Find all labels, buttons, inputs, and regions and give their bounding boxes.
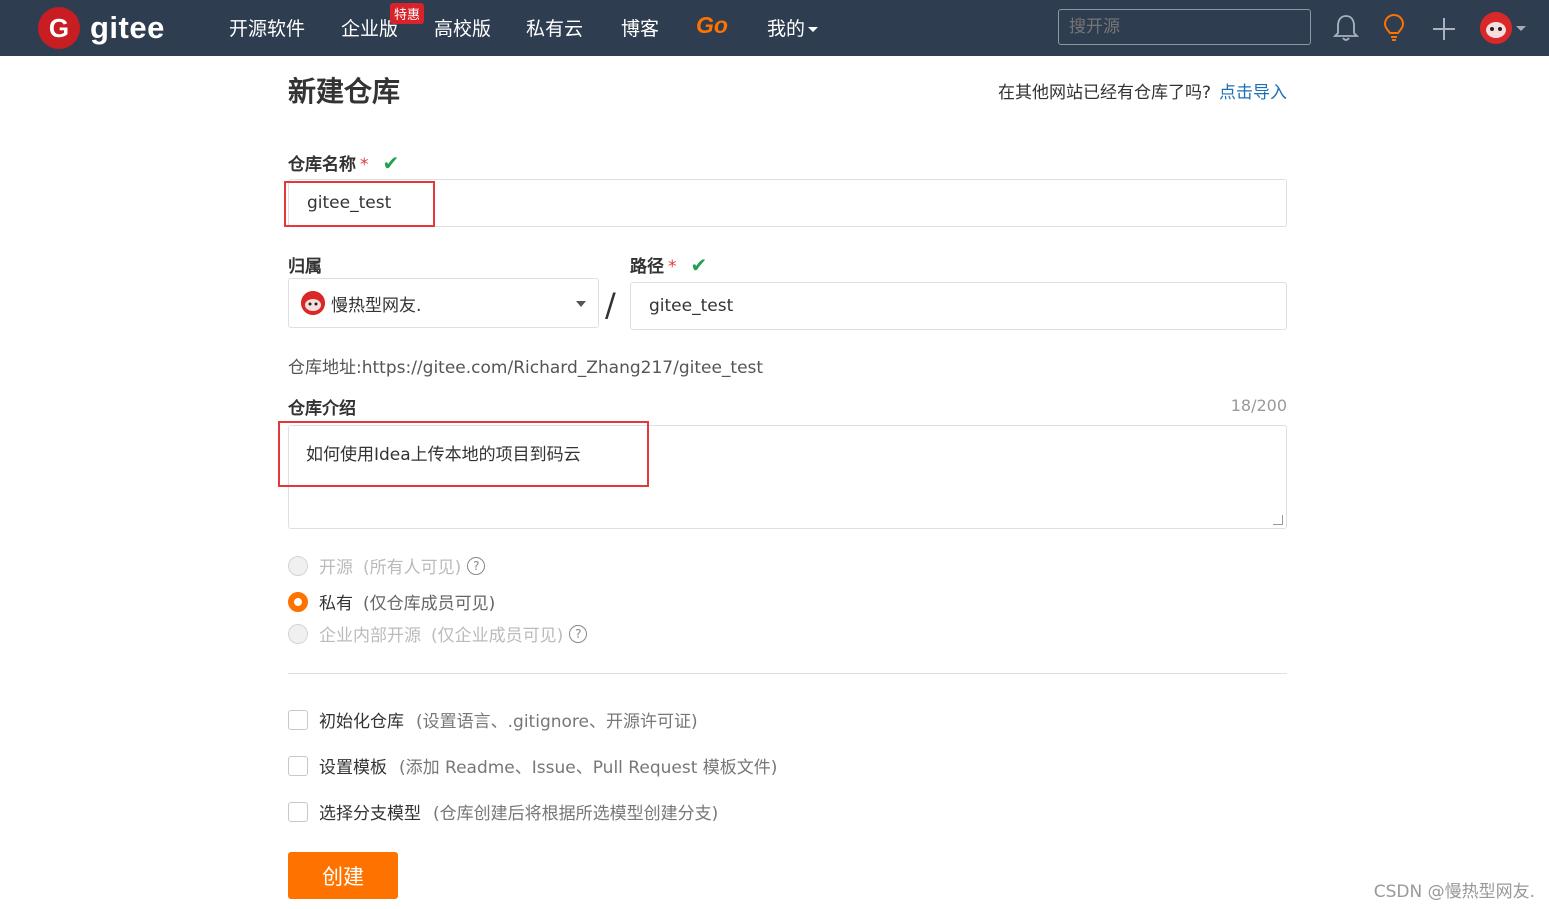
gitee-logo[interactable]: G gitee xyxy=(38,7,165,49)
required-mark: * xyxy=(668,257,677,277)
special-offer-badge: 特惠 xyxy=(390,3,425,24)
path-value: gitee_test xyxy=(649,296,734,316)
page-title: 新建仓库 xyxy=(288,75,401,108)
visibility-enterprise-label: 企业内部开源 xyxy=(319,626,421,646)
repo-name-label-text: 仓库名称 xyxy=(288,155,356,175)
nav-education[interactable]: 高校版 xyxy=(434,14,491,41)
owner-avatar xyxy=(301,291,325,315)
repo-address: 仓库地址:https://gitee.com/Richard_Zhang217/… xyxy=(288,358,764,378)
import-prompt-text: 在其他网站已经有仓库了吗? xyxy=(997,83,1211,103)
create-button[interactable]: 创建 xyxy=(288,852,398,899)
highlight-box-repo-name xyxy=(284,181,435,227)
visibility-enterprise: 企业内部开源 (仅企业成员可见) ? xyxy=(288,621,588,646)
nav-blog[interactable]: 博客 xyxy=(621,14,659,41)
nav-open-source[interactable]: 开源软件 xyxy=(229,14,305,41)
top-navbar: G gitee 开源软件 企业版 特惠 高校版 私有云 博客 Go 我的 xyxy=(0,0,1549,56)
check-icon: ✔ xyxy=(382,151,400,175)
option-template[interactable]: 设置模板 (添加 Readme、Issue、Pull Request 模板文件) xyxy=(288,753,777,778)
option-template-sub: (添加 Readme、Issue、Pull Request 模板文件) xyxy=(399,758,778,778)
plus-icon[interactable] xyxy=(1431,13,1457,43)
user-avatar[interactable] xyxy=(1480,12,1512,44)
divider xyxy=(288,673,1287,674)
checkbox-init-repo[interactable] xyxy=(288,709,308,730)
option-init-repo-label: 初始化仓库 xyxy=(319,712,404,732)
visibility-enterprise-sub: (仅企业成员可见) xyxy=(431,626,564,646)
description-label: 仓库介绍 xyxy=(288,399,356,419)
path-label: 路径 * ✔ xyxy=(630,252,707,277)
visibility-private-sub: (仅仓库成员可见) xyxy=(363,594,496,614)
avatar-chevron-down-icon[interactable] xyxy=(1516,26,1526,31)
check-icon: ✔ xyxy=(690,253,708,277)
csdn-watermark: CSDN @慢热型网友. xyxy=(1373,882,1535,902)
gitee-logo-text: gitee xyxy=(90,10,165,45)
owner-select[interactable]: 慢热型网友. xyxy=(288,278,599,328)
option-template-label: 设置模板 xyxy=(319,758,387,778)
nav-mine[interactable]: 我的 xyxy=(767,14,819,41)
nav-private-cloud[interactable]: 私有云 xyxy=(526,14,583,41)
path-separator: / xyxy=(605,286,616,324)
option-branch-model[interactable]: 选择分支模型 (仓库创建后将根据所选模型创建分支) xyxy=(288,799,718,824)
visibility-private-label: 私有 xyxy=(319,594,353,614)
option-branch-model-label: 选择分支模型 xyxy=(319,804,421,824)
nav-mine-label: 我的 xyxy=(767,19,806,40)
option-init-repo[interactable]: 初始化仓库 (设置语言、.gitignore、开源许可证) xyxy=(288,707,698,732)
radio-public xyxy=(288,555,308,576)
option-init-repo-sub: (设置语言、.gitignore、开源许可证) xyxy=(416,712,698,732)
visibility-public: 开源 (所有人可见) ? xyxy=(288,553,486,578)
visibility-public-label: 开源 xyxy=(319,558,353,578)
bell-icon[interactable] xyxy=(1333,13,1359,43)
resize-handle-icon[interactable] xyxy=(1273,515,1283,525)
help-icon[interactable]: ? xyxy=(569,624,588,643)
chevron-down-icon xyxy=(808,27,819,33)
description-counter: 18/200 xyxy=(1230,396,1287,415)
gitee-logo-icon: G xyxy=(38,7,80,49)
visibility-public-sub: (所有人可见) xyxy=(363,558,462,578)
repo-name-label: 仓库名称 * ✔ xyxy=(288,150,399,175)
nav-go[interactable]: Go xyxy=(696,12,728,39)
option-branch-model-sub: (仓库创建后将根据所选模型创建分支) xyxy=(433,804,719,824)
required-mark: * xyxy=(360,155,369,175)
checkbox-template[interactable] xyxy=(288,755,308,776)
import-prompt: 在其他网站已经有仓库了吗? 点击导入 xyxy=(998,78,1287,103)
path-input[interactable]: gitee_test xyxy=(630,282,1287,330)
radio-enterprise xyxy=(288,623,308,644)
highlight-box-description xyxy=(278,421,649,487)
lightbulb-icon[interactable] xyxy=(1381,13,1407,43)
checkbox-branch-model[interactable] xyxy=(288,801,308,822)
repo-name-input[interactable]: gitee_test xyxy=(288,179,1287,227)
help-icon[interactable]: ? xyxy=(467,556,486,575)
visibility-private[interactable]: 私有 (仅仓库成员可见) xyxy=(288,589,495,614)
import-link[interactable]: 点击导入 xyxy=(1219,83,1287,103)
owner-label: 归属 xyxy=(288,257,322,277)
search-input[interactable] xyxy=(1058,9,1311,45)
owner-value: 慢热型网友. xyxy=(331,295,422,316)
caret-down-icon xyxy=(576,301,586,307)
path-label-text: 路径 xyxy=(630,257,664,277)
radio-private[interactable] xyxy=(288,591,308,612)
